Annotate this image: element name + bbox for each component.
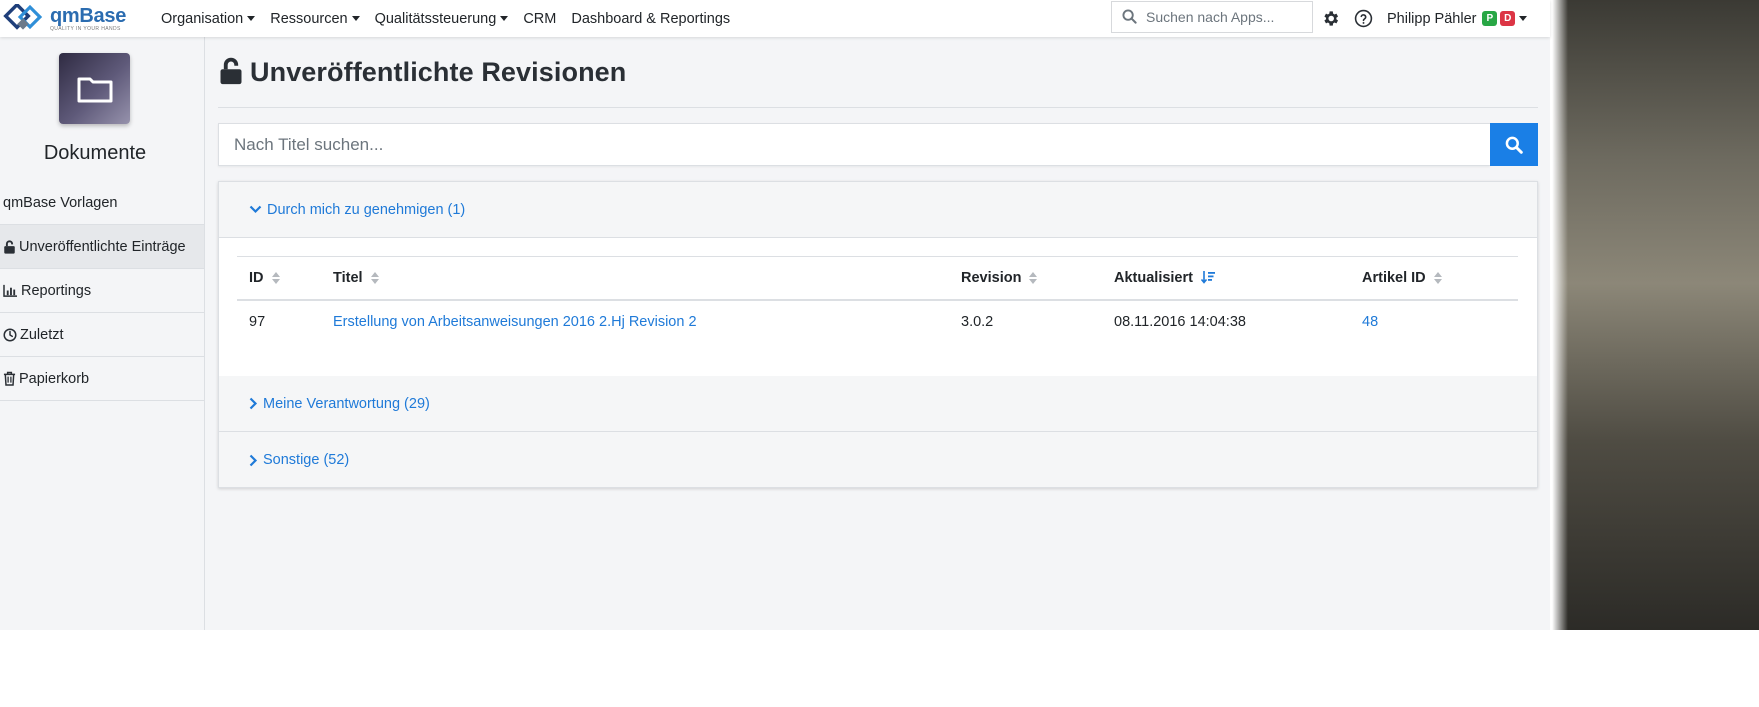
page-header: Unveröffentlichte Revisionen: [218, 37, 1538, 108]
page-title: Unveröffentlichte Revisionen: [250, 56, 627, 87]
user-name: Philipp Pähler: [1387, 10, 1477, 27]
search-button[interactable]: [1490, 123, 1538, 166]
brand-logo[interactable]: qmBase QUALITY IN YOUR HANDS: [2, 3, 152, 34]
blank-area: [0, 630, 1759, 707]
sidebar-item-reportings[interactable]: Reportings: [0, 269, 204, 313]
nav-qualitaetssteuerung[interactable]: Qualitätssteuerung: [375, 11, 509, 27]
column-header-aktualisiert[interactable]: Aktualisiert: [1102, 257, 1350, 300]
cell-updated: 08.11.2016 14:04:38: [1114, 314, 1246, 330]
title-search-input[interactable]: [218, 123, 1490, 166]
chevron-down-icon: [249, 205, 262, 214]
nav-dashboard-reportings[interactable]: Dashboard & Reportings: [571, 11, 730, 27]
cell-revision: 3.0.2: [961, 314, 994, 330]
nav-ressourcen[interactable]: Ressourcen: [270, 11, 360, 27]
sidebar-list: qmBase Vorlagen Unveröffentlichte Einträ…: [0, 181, 204, 401]
caret-down-icon: [500, 16, 509, 21]
column-header-id[interactable]: ID: [237, 257, 321, 300]
sort-icon: [1433, 271, 1442, 284]
section-toggle-durch-mich-zu-genehmigen[interactable]: Durch mich zu genehmigen (1): [219, 182, 1537, 238]
cell-title-link[interactable]: Erstellung von Arbeitsanweisungen 2016 2…: [321, 300, 949, 344]
nav-organisation[interactable]: Organisation: [161, 11, 256, 27]
section-body-approve: ID Titel Revision Aktualisiert Artikel I…: [219, 238, 1537, 376]
chevron-right-icon: [249, 397, 258, 410]
search-icon: [1122, 9, 1137, 24]
sort-icon: [271, 271, 280, 284]
question-circle-icon: [1354, 9, 1373, 28]
top-navbar: qmBase QUALITY IN YOUR HANDS Organisatio…: [0, 0, 1550, 37]
user-badge-p: P: [1482, 11, 1498, 26]
search-icon: [1505, 136, 1523, 154]
brand-tagline: QUALITY IN YOUR HANDS: [50, 25, 121, 32]
main-content: Unveröffentlichte Revisionen Durch mich …: [218, 37, 1538, 488]
user-menu[interactable]: Philipp Pähler P D: [1387, 10, 1528, 27]
sidebar-item-unveroeffentlichte-eintraege[interactable]: Unveröffentlichte Einträge: [0, 225, 204, 269]
sidebar-item-qmbase-vorlagen[interactable]: qmBase Vorlagen: [0, 181, 204, 225]
sort-amount-down-icon: [1201, 271, 1216, 285]
folder-icon: [77, 77, 112, 102]
revisions-panel: Durch mich zu genehmigen (1) ID Titel Re…: [218, 181, 1538, 488]
lock-open-icon: [4, 239, 15, 254]
app-window: qmBase QUALITY IN YOUR HANDS Organisatio…: [0, 0, 1550, 630]
clock-icon: [3, 327, 17, 342]
sidebar: Dokumente qmBase Vorlagen Unveröffentlic…: [0, 37, 205, 630]
cell-id: 97: [249, 314, 266, 330]
title-search-bar: [218, 123, 1538, 166]
lock-open-icon: [220, 57, 242, 85]
nav-crm[interactable]: CRM: [523, 11, 556, 27]
app-search-input[interactable]: [1146, 8, 1306, 25]
trash-icon: [3, 371, 16, 386]
user-badge-d: D: [1500, 11, 1516, 26]
chevron-right-icon: [249, 454, 258, 466]
app-search-box: [1111, 0, 1313, 33]
table-row: 97 Erstellung von Arbeitsanweisungen 201…: [237, 300, 1518, 344]
table-header-row: ID Titel Revision Aktualisiert Artikel I…: [237, 256, 1518, 300]
cell-article-id-link[interactable]: 48: [1350, 300, 1518, 344]
sidebar-title: Dokumente: [43, 142, 147, 164]
main-menu: Organisation Ressourcen Qualitätssteueru…: [161, 0, 745, 37]
settings-button[interactable]: [1321, 9, 1340, 28]
column-header-artikel-id[interactable]: Artikel ID: [1350, 257, 1518, 300]
qmbase-logo-icon: [3, 3, 43, 30]
caret-down-icon: [247, 16, 256, 21]
caret-down-icon: [1519, 16, 1528, 21]
sort-icon: [370, 271, 379, 284]
section-toggle-sonstige[interactable]: Sonstige (52): [219, 432, 1537, 488]
revisions-table: ID Titel Revision Aktualisiert Artikel I…: [237, 256, 1518, 344]
sidebar-item-papierkorb[interactable]: Papierkorb: [0, 357, 204, 401]
section-toggle-meine-verantwortung[interactable]: Meine Verantwortung (29): [219, 376, 1537, 432]
column-header-revision[interactable]: Revision: [949, 257, 1102, 300]
bar-chart-icon: [3, 284, 17, 297]
caret-down-icon: [351, 16, 360, 21]
gear-icon: [1324, 11, 1339, 26]
brand-name: qmBase: [50, 4, 127, 27]
column-header-titel[interactable]: Titel: [321, 257, 949, 300]
background-photo-strip: [1550, 0, 1759, 630]
sidebar-item-zuletzt[interactable]: Zuletzt: [0, 313, 204, 357]
help-button[interactable]: [1354, 9, 1373, 28]
navbar-right: Philipp Pähler P D: [1111, 0, 1528, 37]
sort-icon: [1029, 271, 1038, 284]
documents-tile: [59, 53, 130, 124]
